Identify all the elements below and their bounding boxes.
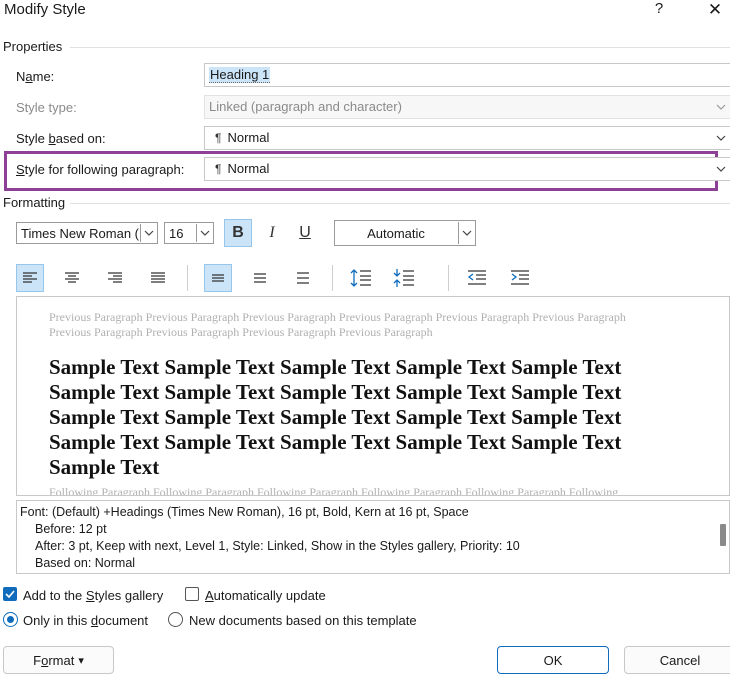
caret-down-icon: ▾ [78,654,84,667]
increase-indent-icon [511,270,529,285]
style-type-dropdown: Linked (paragraph and character) [204,95,730,119]
decrease-paragraph-spacing-button[interactable] [390,264,418,292]
one-half-spacing-button[interactable] [246,264,274,292]
paragraph-spacing-increase-icon [350,269,371,287]
new-documents-label[interactable]: New documents based on this template [189,613,417,628]
description-line: Based on: Normal [35,556,136,570]
chevron-down-icon [712,96,729,118]
toolbar-separator [332,265,333,291]
one-half-spacing-icon [254,273,266,283]
formatting-divider [70,203,730,204]
justify-button[interactable] [144,264,172,292]
italic-button[interactable]: I [258,219,286,247]
checkmark-icon [5,590,15,598]
ok-button[interactable]: OK [497,646,609,674]
increase-indent-button[interactable] [506,264,534,292]
font-name-value: Times New Roman ( [21,226,139,241]
align-right-button[interactable] [101,264,129,292]
decrease-indent-button[interactable] [463,264,491,292]
auto-update-checkbox[interactable] [185,587,199,601]
style-type-value: Linked (paragraph and character) [209,99,402,114]
sample-text: Sample Text Sample Text Sample Text Samp… [49,355,669,480]
formatting-group-label: Formatting [3,195,66,210]
add-to-gallery-label[interactable]: Add to the Styles gallery [23,588,163,603]
following-paragraph-text: Following Paragraph Following Paragraph … [49,485,619,496]
sample-text-line: Sample Text Sample Text Sample Text Samp… [49,380,622,404]
name-field[interactable]: Heading 1 [204,63,730,87]
pilcrow-icon: ¶ [215,162,222,176]
previous-paragraph-text: Previous Paragraph Previous Paragraph Pr… [49,310,626,339]
format-button[interactable]: Fo rmat ▾ [3,646,114,674]
style-preview-pane: Previous Paragraph Previous Paragraph Pr… [16,296,730,496]
justify-icon [151,272,165,283]
properties-divider [70,47,730,48]
align-center-icon [65,272,79,283]
sample-text-line: Sample Text Sample Text Sample Text Samp… [49,430,622,454]
chevron-down-icon[interactable] [140,224,156,242]
radio-dot [7,616,14,623]
align-right-icon [108,272,122,283]
description-line: Font: (Default) +Headings (Times New Rom… [20,505,469,519]
single-spacing-button[interactable] [204,264,232,292]
following-paragraph-value: Normal [227,161,270,176]
new-documents-radio[interactable] [168,612,183,627]
auto-update-label[interactable]: Automatically update [205,588,326,603]
following-paragraph-label: Style for following paragraph: [16,162,185,177]
dialog-title: Modify Style [4,1,86,18]
decrease-indent-icon [467,270,486,285]
paragraph-spacing-decrease-icon [393,269,414,287]
single-spacing-icon [212,274,224,282]
description-line: Before: 12 pt [35,522,107,536]
style-type-label: Style type: [16,100,77,115]
font-color-value: Automatic [367,226,425,241]
cancel-button[interactable]: Cancel [624,646,730,674]
only-this-document-label[interactable]: Only in this document [23,613,148,628]
add-to-gallery-checkbox[interactable] [3,587,17,601]
double-spacing-button[interactable] [289,264,317,292]
only-this-document-radio[interactable] [3,612,18,627]
chevron-down-icon[interactable] [712,127,729,149]
font-color-dropdown[interactable]: Automatic [334,220,476,246]
align-center-button[interactable] [58,264,86,292]
toolbar-separator [448,265,449,291]
toolbar-separator [187,265,188,291]
close-button[interactable]: ✕ [703,0,727,20]
chevron-down-icon[interactable] [196,224,212,242]
sample-text-line: Sample Text Sample Text Sample Text Samp… [49,355,622,379]
increase-paragraph-spacing-button[interactable] [347,264,375,292]
name-value: Heading 1 [209,67,271,83]
properties-group-label: Properties [3,39,63,54]
based-on-dropdown[interactable]: ¶ Normal [204,126,730,150]
underline-button[interactable]: U [291,219,319,247]
font-size-dropdown[interactable]: 16 [164,222,214,244]
sample-text-line: Sample Text Sample Text Sample Text Samp… [49,405,622,429]
align-left-button[interactable] [16,264,44,292]
font-size-value: 16 [169,226,184,241]
pilcrow-icon: ¶ [215,131,222,145]
based-on-label: Style based on: [16,131,106,146]
description-line: After: 3 pt, Keep with next, Level 1, St… [35,539,520,553]
sample-text-line: Sample Text [49,455,160,479]
chevron-down-icon[interactable] [712,158,729,180]
based-on-value: Normal [227,130,270,145]
name-label: Name: [16,69,55,84]
bold-button[interactable]: B [224,219,252,247]
following-paragraph-dropdown[interactable]: ¶ Normal [204,157,730,181]
double-spacing-icon [297,272,309,284]
chevron-down-icon[interactable] [458,222,474,244]
help-button[interactable]: ? [650,0,668,20]
style-description[interactable]: Font: (Default) +Headings (Times New Rom… [16,500,730,574]
font-name-dropdown[interactable]: Times New Roman ( [16,222,158,244]
description-scrollbar-thumb[interactable] [720,524,726,546]
align-left-icon [23,272,37,283]
